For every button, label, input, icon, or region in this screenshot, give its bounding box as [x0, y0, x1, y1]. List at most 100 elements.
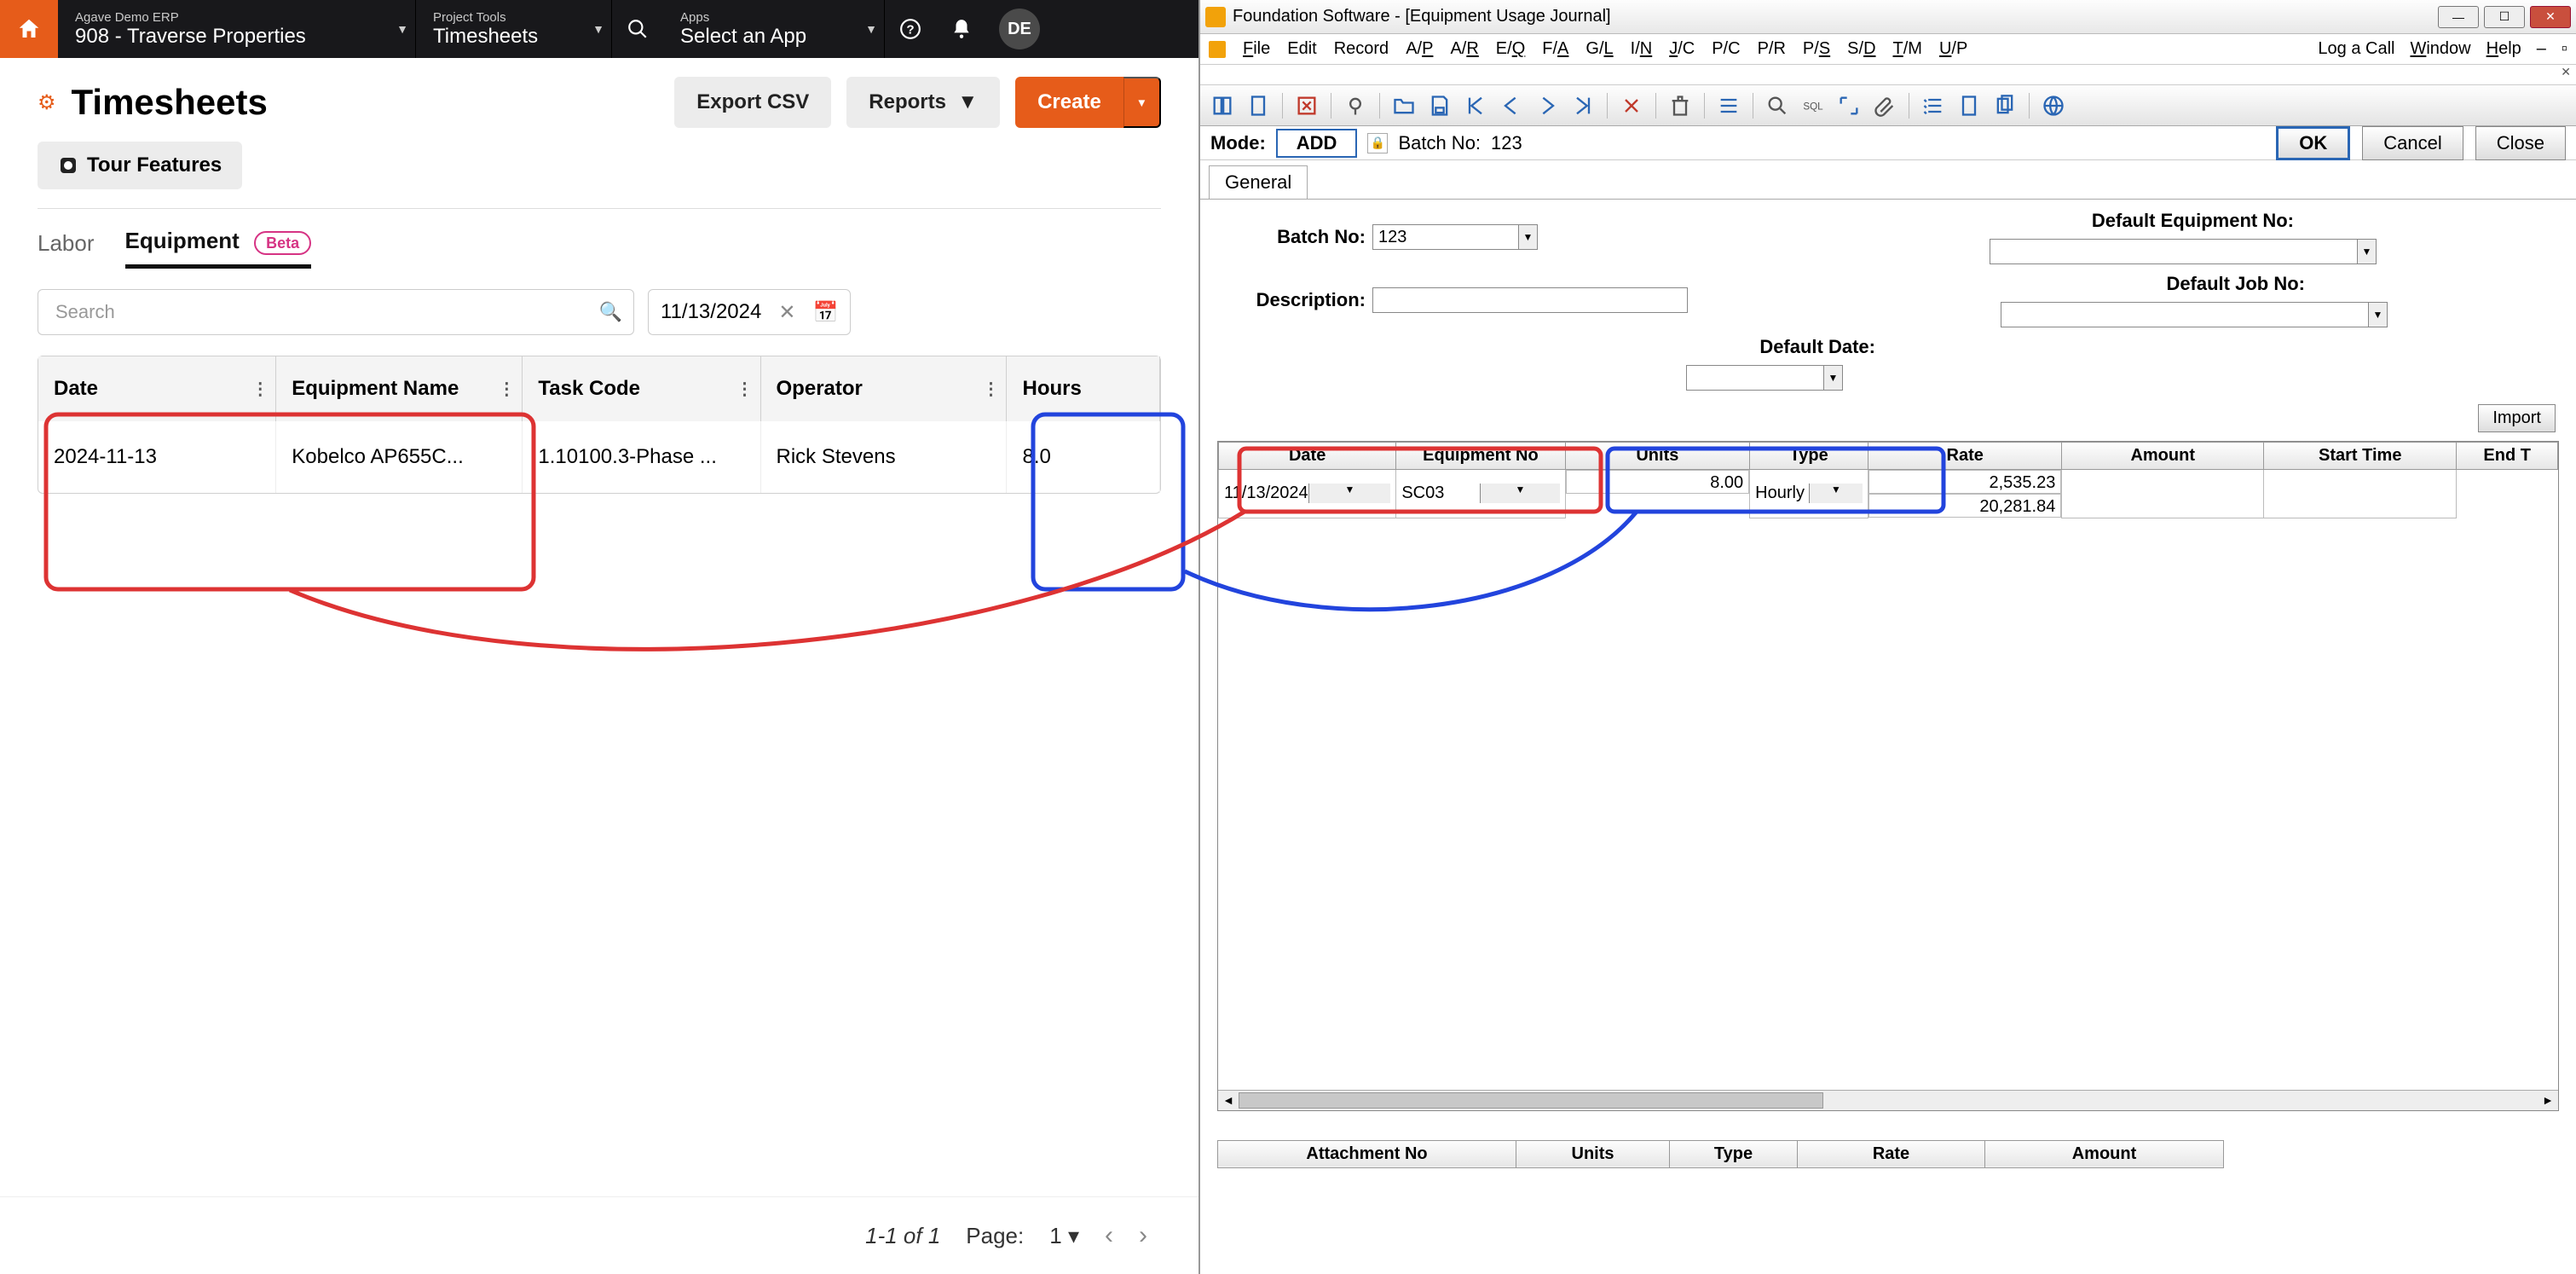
grid-row[interactable]: 11/13/2024▼ SC03▼ 8.00 Hourly▼ 2,535.23 … [1219, 470, 2558, 518]
export-csv-button[interactable]: Export CSV [674, 77, 831, 128]
gcol-date[interactable]: Date [1219, 443, 1396, 470]
chevron-down-icon[interactable]: ▼ [1809, 484, 1863, 503]
erp-selector[interactable]: Agave Demo ERP 908 - Traverse Properties… [58, 0, 416, 58]
ok-button[interactable]: OK [2276, 126, 2350, 160]
table-row[interactable]: 2024-11-13 Kobelco AP655C... 1.10100.3-P… [38, 421, 1160, 493]
save-icon[interactable] [1428, 94, 1452, 118]
cancel-button[interactable]: Cancel [2362, 126, 2463, 160]
create-button[interactable]: Create [1015, 77, 1123, 128]
book-icon[interactable] [1210, 94, 1234, 118]
def-equip-field[interactable]: ▼ [1990, 239, 2377, 264]
acol-units[interactable]: Units [1516, 1140, 1670, 1167]
tool-selector[interactable]: Project Tools Timesheets ▼ [416, 0, 612, 58]
chevron-down-icon[interactable]: ▼ [1823, 366, 1842, 390]
first-icon[interactable] [1464, 94, 1487, 118]
menu-ar[interactable]: A/R [1450, 39, 1478, 59]
batch-no-field[interactable]: ▼ [1372, 224, 1538, 250]
attach-icon[interactable] [1873, 94, 1897, 118]
gcol-rate[interactable]: Rate [1868, 443, 2062, 470]
minimize-button[interactable]: — [2438, 6, 2479, 28]
expand-icon[interactable] [1837, 94, 1861, 118]
gcell-type[interactable]: Hourly▼ [1750, 470, 1868, 518]
menu-jc[interactable]: J/C [1669, 39, 1695, 59]
trash-icon[interactable] [1668, 94, 1692, 118]
gcol-end[interactable]: End T [2457, 443, 2558, 470]
gcol-start[interactable]: Start Time [2264, 443, 2457, 470]
delete-icon[interactable] [1620, 94, 1643, 118]
col-task[interactable]: Task Code⋮ [523, 356, 760, 421]
folder-icon[interactable] [1392, 94, 1416, 118]
prev-page[interactable]: ‹ [1105, 1221, 1113, 1250]
menu-in[interactable]: I/N [1631, 39, 1653, 59]
gear-icon[interactable]: ⚙ [38, 90, 56, 115]
chevron-down-icon[interactable]: ▼ [1480, 484, 1559, 503]
menu-tm[interactable]: T/M [1893, 39, 1922, 59]
scroll-right-icon[interactable]: ► [2538, 1093, 2558, 1107]
def-date-field[interactable]: ▼ [1686, 365, 1843, 391]
kebab-icon[interactable]: ⋮ [498, 379, 515, 400]
menu-fa[interactable]: F/A [1542, 39, 1568, 59]
cancel-icon[interactable] [1295, 94, 1319, 118]
acol-no[interactable]: Attachment No [1218, 1140, 1516, 1167]
col-date[interactable]: Date⋮ [38, 356, 276, 421]
menu-file[interactable]: File [1243, 39, 1270, 59]
gcell-equip[interactable]: SC03▼ [1396, 470, 1565, 518]
col-equipment[interactable]: Equipment Name⋮ [276, 356, 523, 421]
tour-features-button[interactable]: Tour Features [38, 142, 242, 189]
calendar-icon[interactable]: 📅 [812, 300, 838, 325]
page-icon[interactable] [1246, 94, 1270, 118]
menu-pr[interactable]: P/R [1758, 39, 1786, 59]
gcell-end[interactable] [2264, 470, 2457, 518]
gcol-equip[interactable]: Equipment No [1396, 443, 1565, 470]
create-dropdown[interactable]: ▼ [1123, 77, 1161, 128]
date-filter[interactable]: 11/13/2024 ✕ 📅 [648, 289, 851, 335]
scroll-thumb[interactable] [1239, 1092, 1823, 1109]
gcell-date[interactable]: 11/13/2024▼ [1219, 470, 1396, 518]
avatar[interactable]: DE [999, 9, 1040, 49]
lock-icon[interactable]: 🔒 [1367, 133, 1388, 153]
chevron-down-icon[interactable]: ▼ [1518, 225, 1537, 249]
mdi-close-icon[interactable]: ✕ [2561, 65, 2571, 78]
copy-doc-icon[interactable] [1993, 94, 2017, 118]
reports-button[interactable]: Reports ▼ [846, 77, 1000, 128]
kebab-icon[interactable]: ⋮ [736, 379, 754, 400]
gcol-amount[interactable]: Amount [2062, 443, 2264, 470]
gcol-units[interactable]: Units [1565, 443, 1750, 470]
new-doc-icon[interactable] [1957, 94, 1981, 118]
gcol-type[interactable]: Type [1750, 443, 1868, 470]
import-button[interactable]: Import [2478, 404, 2556, 432]
horizontal-scrollbar[interactable]: ◄ ► [1218, 1090, 2558, 1110]
search-input[interactable] [38, 289, 634, 335]
menu-help[interactable]: Help [2486, 39, 2521, 59]
menu-ps[interactable]: P/S [1803, 39, 1830, 59]
tab-equipment[interactable]: Equipment Beta [125, 228, 312, 269]
scroll-left-icon[interactable]: ◄ [1218, 1093, 1239, 1107]
maximize-button[interactable]: ☐ [2484, 6, 2525, 28]
menu-pc[interactable]: P/C [1712, 39, 1740, 59]
col-hours[interactable]: Hours [1007, 356, 1160, 421]
help-button[interactable]: ? [885, 0, 936, 58]
kebab-icon[interactable]: ⋮ [982, 379, 999, 400]
acol-amount[interactable]: Amount [1985, 1140, 2224, 1167]
apps-selector[interactable]: Apps Select an App ▼ [663, 0, 885, 58]
menu-sd[interactable]: S/D [1847, 39, 1875, 59]
close-button[interactable]: ✕ [2530, 6, 2571, 28]
notifications-button[interactable] [936, 0, 987, 58]
chevron-down-icon[interactable]: ▼ [1308, 484, 1391, 503]
page-select[interactable]: 1 ▾ [1049, 1223, 1079, 1249]
chevron-down-icon[interactable]: ▼ [2368, 303, 2387, 327]
next-icon[interactable] [1535, 94, 1559, 118]
next-page[interactable]: › [1139, 1221, 1147, 1250]
menu-ap[interactable]: A/P [1406, 39, 1433, 59]
menu-gl[interactable]: G/L [1585, 39, 1613, 59]
gcell-rate[interactable]: 2,535.23 [1868, 470, 2061, 494]
chevron-down-icon[interactable]: ▼ [2357, 240, 2376, 263]
menu-window[interactable]: Window [2410, 39, 2470, 59]
menu-up[interactable]: U/P [1939, 39, 1967, 59]
sql-icon[interactable]: SQL [1801, 94, 1825, 118]
search-button[interactable] [612, 0, 663, 58]
desc-field[interactable] [1372, 287, 1688, 313]
prev-icon[interactable] [1499, 94, 1523, 118]
gcell-amount[interactable]: 20,281.84 [1868, 494, 2061, 518]
kebab-icon[interactable]: ⋮ [251, 379, 269, 400]
